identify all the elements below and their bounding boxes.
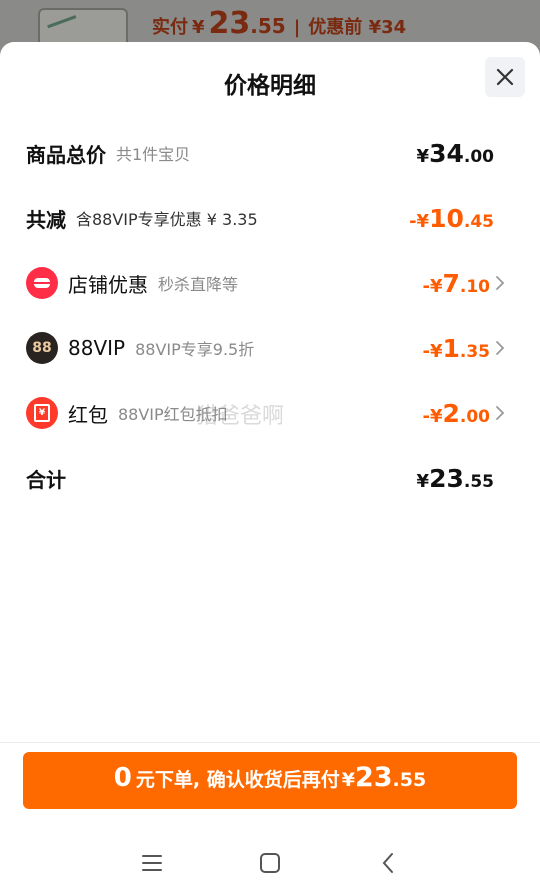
- discount-dec: .45: [463, 211, 494, 232]
- vip-amount: -¥ 1 .35: [422, 334, 490, 363]
- vip-dec: .35: [459, 341, 490, 362]
- chevron-right-icon: [496, 341, 505, 355]
- vip-int: 1: [442, 333, 460, 363]
- row-discount: 共减 含88VIP专享优惠 ¥ 3.35 -¥ 10 .45: [26, 198, 540, 238]
- total-int: 34: [429, 138, 464, 168]
- close-icon: [496, 68, 514, 86]
- row-sum: 合计 ¥ 23 .55: [26, 458, 540, 498]
- chevron-right-icon: [496, 276, 505, 290]
- total-dec: .00: [463, 146, 494, 167]
- sum-amount: ¥ 23 .55: [417, 464, 494, 493]
- vip-badge: 88: [32, 340, 52, 356]
- discount-amount: -¥ 10 .45: [409, 204, 494, 233]
- store-amount: -¥ 7 .10: [422, 269, 490, 298]
- original-price: 优惠前 ¥34: [308, 17, 407, 38]
- vip-sub: 88VIP专享9.5折: [135, 340, 255, 359]
- total-yen: ¥: [416, 145, 430, 167]
- pay-dec: .55: [392, 769, 427, 791]
- red-packet-label: 红包: [68, 402, 108, 427]
- red-packet-icon: ¥: [26, 397, 58, 429]
- sum-int: 23: [429, 463, 464, 493]
- row-store-discount[interactable]: 店铺优惠 秒杀直降等 -¥ 7 .10: [26, 263, 540, 303]
- pay-zero: 0: [113, 763, 132, 793]
- discount-yen: -¥: [409, 210, 430, 232]
- chevron-right-icon: [496, 406, 505, 420]
- pay-text: 元下单, 确认收货后再付: [135, 769, 340, 791]
- vip-yen: -¥: [422, 340, 443, 362]
- store-icon: [26, 267, 58, 299]
- sum-dec: .55: [463, 471, 494, 492]
- red-packet-badge: ¥: [38, 408, 46, 418]
- row-vip-discount[interactable]: 88 88VIP 88VIP专享9.5折 -¥ 1 .35: [26, 328, 540, 368]
- paid-dec: .55: [250, 14, 286, 38]
- red-packet-int: 2: [442, 398, 460, 428]
- separator: |: [293, 17, 301, 38]
- paid-int: 23: [208, 6, 251, 41]
- back-icon: [382, 853, 393, 873]
- home-icon: [260, 853, 280, 873]
- home-button[interactable]: [255, 848, 285, 878]
- red-packet-dec: .00: [459, 406, 490, 427]
- backdrop-price-line: 实付 ¥ 23 .55 | 优惠前 ¥34: [152, 6, 406, 41]
- pay-yen: ¥: [341, 769, 355, 791]
- discount-sub: 含88VIP专享优惠 ¥ 3.35: [76, 210, 258, 229]
- close-button[interactable]: [485, 57, 525, 97]
- sum-yen: ¥: [416, 470, 430, 492]
- discount-int: 10: [429, 203, 464, 233]
- bottom-divider: [0, 742, 540, 743]
- store-label: 店铺优惠: [68, 272, 148, 297]
- row-total: 商品总价 共1件宝贝 ¥ 34 .00: [26, 133, 540, 173]
- store-dec: .10: [459, 276, 490, 297]
- store-sub: 秒杀直降等: [158, 275, 239, 294]
- pay-int: 23: [354, 762, 393, 793]
- total-amount: ¥ 34 .00: [417, 139, 494, 168]
- menu-icon: [142, 855, 162, 871]
- discount-label: 共减: [26, 207, 66, 232]
- total-label: 商品总价: [26, 142, 106, 167]
- red-packet-amount: -¥ 2 .00: [422, 399, 490, 428]
- total-sub: 共1件宝贝: [116, 145, 191, 164]
- paid-label: 实付: [152, 17, 188, 38]
- system-nav-bar: [0, 830, 540, 894]
- vip-icon: 88: [26, 332, 58, 364]
- pay-button[interactable]: 0 元下单, 确认收货后再付 ¥ 23 .55: [23, 752, 517, 809]
- back-button[interactable]: [373, 848, 403, 878]
- watermark: 猎爸爸啊: [196, 404, 285, 429]
- menu-button[interactable]: [137, 848, 167, 878]
- store-int: 7: [442, 268, 460, 298]
- sheet-title: 价格明细: [224, 73, 316, 99]
- red-packet-yen: -¥: [422, 405, 443, 427]
- sum-label: 合计: [26, 467, 66, 492]
- store-yen: -¥: [422, 275, 443, 297]
- vip-label: 88VIP: [68, 336, 126, 360]
- paid-yen: ¥: [192, 17, 205, 38]
